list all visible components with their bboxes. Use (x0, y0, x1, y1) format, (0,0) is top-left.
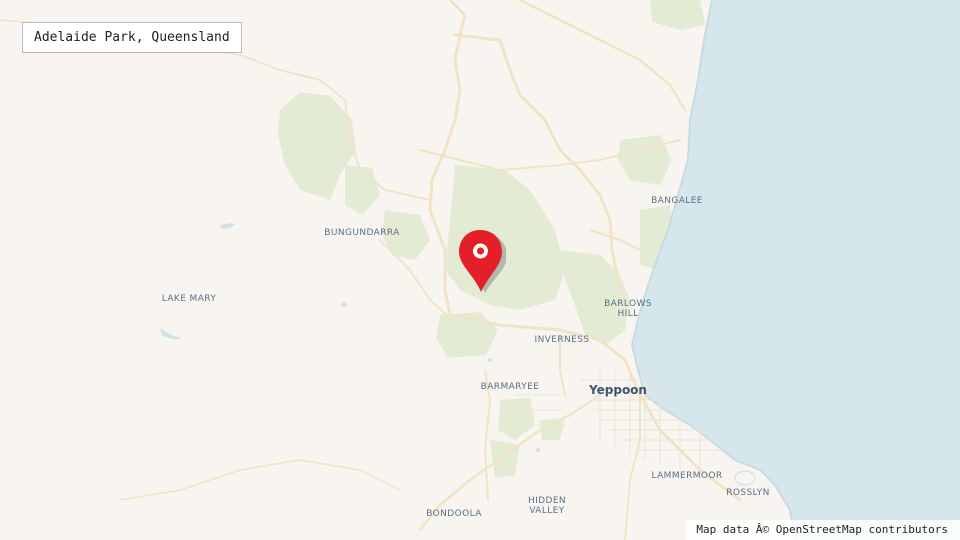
island (734, 470, 756, 486)
map-pin-icon[interactable] (456, 229, 506, 295)
map-title: Adelaide Park, Queensland (22, 22, 242, 53)
place-label-bangalee: BANGALEE (651, 196, 703, 206)
place-label-bondoola: BONDOOLA (426, 509, 482, 519)
map-attribution[interactable]: Map data Â© OpenStreetMap contributors (686, 520, 960, 540)
town-label-yeppoon: Yeppoon (589, 383, 647, 397)
place-label-barlows-hill: BARLOWS HILL (604, 299, 652, 319)
map-pin-body (459, 230, 502, 292)
place-label-lake-mary: LAKE MARY (161, 294, 217, 304)
place-label-rosslyn: ROSSLYN (726, 488, 770, 498)
map-pin-center (476, 247, 485, 255)
place-label-inverness: INVERNESS (534, 335, 590, 345)
place-label-hidden-valley: HIDDEN VALLEY (527, 496, 567, 516)
place-label-barmaryee: BARMARYEE (480, 382, 540, 392)
place-label-bungundarra: BUNGUNDARRA (324, 228, 400, 238)
place-label-lammermoor: LAMMERMOOR (651, 471, 723, 481)
